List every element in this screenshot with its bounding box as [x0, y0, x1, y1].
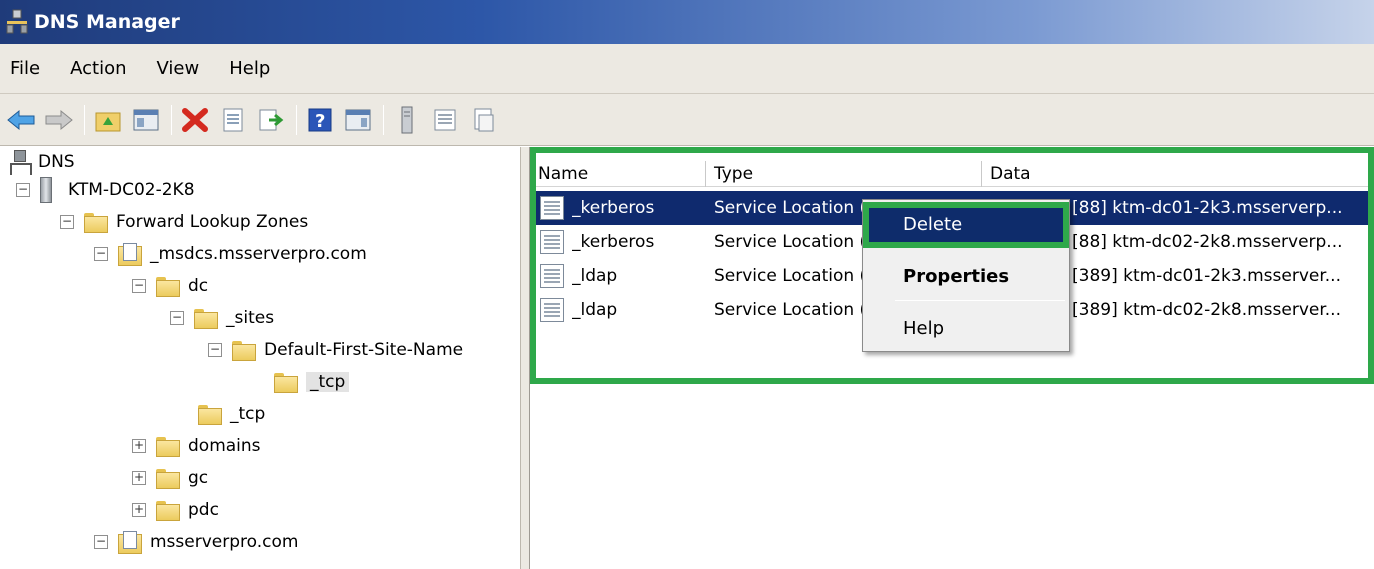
column-header-data[interactable]: Data: [982, 161, 1374, 187]
console-tree: DNS − KTM-DC02-2K8 − Forward Lookup Zone…: [0, 147, 520, 569]
menu-bar: File Action View Help: [0, 44, 1374, 94]
folder-icon: [198, 405, 222, 425]
menu-file[interactable]: File: [10, 58, 40, 79]
cell-data: [389] ktm-dc01-2k3.msserver...: [1072, 266, 1341, 286]
context-menu-delete[interactable]: Delete: [863, 202, 1069, 248]
up-folder-icon[interactable]: [93, 105, 123, 135]
srv-record-icon: [540, 264, 564, 288]
tree-node-domains[interactable]: + domains: [132, 431, 261, 461]
dns-icon: [10, 150, 32, 175]
toolbar: ?: [0, 94, 1374, 146]
context-menu-help[interactable]: Help: [863, 312, 1069, 346]
show-hide-tree-icon[interactable]: [131, 105, 161, 135]
back-icon[interactable]: [6, 105, 36, 135]
srv-record-icon: [540, 230, 564, 254]
dns-manager-icon: [6, 9, 28, 35]
tree-node-label: Default-First-Site-Name: [264, 340, 464, 360]
toolbar-separator: [296, 104, 297, 135]
menu-help[interactable]: Help: [229, 58, 270, 79]
folder-icon: [156, 437, 180, 457]
column-header-name[interactable]: Name: [530, 161, 706, 187]
menu-separator: [895, 300, 1065, 301]
cell-data: [88] ktm-dc01-2k3.msserverp...: [1072, 198, 1343, 218]
show-action-pane-icon[interactable]: [343, 105, 373, 135]
expand-icon[interactable]: +: [132, 503, 146, 517]
tree-node-dc[interactable]: − dc: [132, 271, 208, 301]
tree-node-label: Forward Lookup Zones: [116, 212, 309, 232]
cell-name: _kerberos: [572, 232, 655, 252]
context-menu-properties[interactable]: Properties: [863, 260, 1069, 294]
srv-record-icon: [540, 196, 564, 220]
cell-name: _ldap: [572, 266, 618, 286]
tree-node-server[interactable]: − KTM-DC02-2K8: [16, 175, 195, 205]
menu-action[interactable]: Action: [70, 58, 126, 79]
tree-node-msserverpro-zone[interactable]: − msserverpro.com: [94, 527, 298, 557]
folder-icon: [156, 277, 180, 297]
collapse-icon[interactable]: −: [208, 343, 222, 357]
tree-node-label: KTM-DC02-2K8: [68, 180, 195, 200]
tree-node-dns[interactable]: DNS: [10, 147, 75, 177]
cell-name: _kerberos: [572, 198, 655, 218]
toolbar-separator: [383, 104, 384, 135]
folder-icon: [84, 213, 108, 233]
collapse-icon[interactable]: −: [16, 183, 30, 197]
tree-node-default-first-site-name[interactable]: − Default-First-Site-Name: [208, 335, 463, 365]
help-icon[interactable]: ?: [305, 105, 335, 135]
tree-node-label: _sites: [226, 308, 275, 328]
tree-node-msdcs-zone[interactable]: − _msdcs.msserverpro.com: [94, 239, 367, 269]
server-icon[interactable]: [392, 105, 422, 135]
tree-node-sites[interactable]: − _sites: [170, 303, 274, 333]
tree-node-gc[interactable]: + gc: [132, 463, 208, 493]
expand-icon[interactable]: +: [132, 471, 146, 485]
tree-node-label: gc: [188, 468, 209, 488]
tree-node-label: _tcp: [230, 404, 266, 424]
tree-node-forward-lookup-zones[interactable]: − Forward Lookup Zones: [60, 207, 308, 237]
expand-icon[interactable]: +: [132, 439, 146, 453]
zone-icon: [118, 243, 142, 266]
svg-text:?: ?: [315, 111, 325, 132]
collapse-icon[interactable]: −: [94, 535, 108, 549]
menu-view[interactable]: View: [157, 58, 200, 79]
list-header: Name Type Data: [530, 161, 1374, 187]
tree-node-tcp[interactable]: _tcp: [198, 399, 265, 429]
folder-icon: [156, 501, 180, 521]
pane-splitter[interactable]: [520, 147, 530, 569]
folder-icon: [232, 341, 256, 361]
tree-node-label: pdc: [188, 500, 219, 520]
server-icon: [40, 177, 52, 203]
toolbar-separator: [171, 104, 172, 135]
folder-icon: [156, 469, 180, 489]
list-icon[interactable]: [430, 105, 460, 135]
tree-node-label: _msdcs.msserverpro.com: [150, 244, 367, 264]
export-list-icon[interactable]: [256, 105, 286, 135]
tree-node-tcp-selected[interactable]: _tcp: [274, 367, 350, 397]
tree-node-pdc[interactable]: + pdc: [132, 495, 219, 525]
window-title: DNS Manager: [34, 11, 180, 33]
cell-name: _ldap: [572, 300, 618, 320]
collapse-icon[interactable]: −: [94, 247, 108, 261]
cell-data: [88] ktm-dc02-2k8.msserverp...: [1072, 232, 1343, 252]
tree-node-label: msserverpro.com: [150, 532, 299, 552]
collapse-icon[interactable]: −: [60, 215, 74, 229]
filter-icon[interactable]: [468, 105, 498, 135]
folder-icon: [194, 309, 218, 329]
properties-icon[interactable]: [218, 105, 248, 135]
toolbar-separator: [84, 104, 85, 135]
folder-icon: [274, 373, 298, 393]
tree-node-label: _tcp: [306, 372, 350, 392]
collapse-icon[interactable]: −: [170, 311, 184, 325]
srv-record-icon: [540, 298, 564, 322]
collapse-icon[interactable]: −: [132, 279, 146, 293]
delete-icon[interactable]: [180, 105, 210, 135]
cell-data: [389] ktm-dc02-2k8.msserver...: [1072, 300, 1341, 320]
tree-node-label: dc: [188, 276, 209, 296]
context-menu: Delete Properties Help: [862, 199, 1070, 352]
column-header-type[interactable]: Type: [706, 161, 982, 187]
tree-node-label: domains: [188, 436, 261, 456]
zone-icon: [118, 531, 142, 554]
tree-node-label: DNS: [38, 152, 75, 172]
forward-icon[interactable]: [44, 105, 74, 135]
title-bar: DNS Manager: [0, 0, 1374, 44]
